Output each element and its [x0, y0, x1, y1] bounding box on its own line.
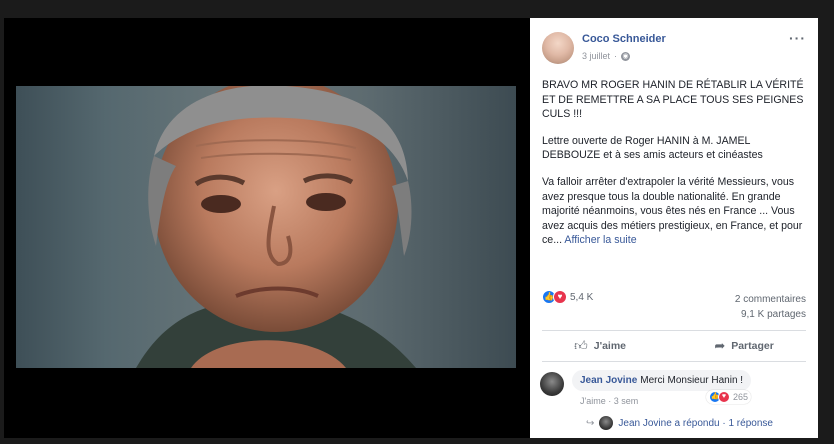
share-button[interactable]: ➦ Partager	[714, 338, 774, 354]
author-avatar[interactable]	[542, 32, 574, 64]
comment-reaction-count: 265	[733, 392, 749, 402]
comment-reactions[interactable]: 👍 ♥ 265	[706, 390, 752, 404]
commenter-avatar[interactable]	[540, 372, 564, 396]
post-meta: 3 juillet · ◉	[582, 51, 631, 61]
like-button[interactable]: 👍︎ J'aime	[574, 338, 626, 354]
comments-count[interactable]: 2 commentaires	[735, 292, 806, 307]
comment-text: Merci Monsieur Hanin !	[640, 375, 744, 386]
comment-time[interactable]: 3 sem	[614, 396, 639, 406]
comment-bubble: Jean Jovine Merci Monsieur Hanin !	[572, 370, 752, 391]
portrait-image	[136, 86, 416, 368]
ellipsis-icon[interactable]: ···	[789, 30, 806, 46]
divider	[542, 361, 806, 362]
post-date[interactable]: 3 juillet	[582, 51, 610, 61]
post-text: BRAVO MR ROGER HANIN DE RÉTABLIR LA VÉRI…	[542, 78, 804, 260]
post-paragraph-3: Va falloir arrêter d'extrapoler la vérit…	[542, 175, 804, 248]
post-paragraph-2: Lettre ouverte de Roger HANIN à M. JAMEL…	[542, 134, 763, 162]
post-paragraph-1: BRAVO MR ROGER HANIN DE RÉTABLIR LA VÉRI…	[542, 79, 804, 121]
reply-arrow-icon: ↪	[586, 417, 595, 429]
comment-author[interactable]: Jean Jovine	[580, 375, 637, 386]
thumbs-up-icon: 👍︎	[574, 338, 588, 353]
view-replies-link[interactable]: ↪ Jean Jovine a répondu · 1 réponse	[586, 416, 773, 430]
globe-icon: ◉	[621, 51, 631, 61]
post-photo[interactable]	[16, 86, 516, 368]
post-panel: Coco Schneider 3 juillet · ◉ ··· BRAVO M…	[530, 18, 818, 438]
see-more-link[interactable]: Afficher la suite	[564, 234, 636, 246]
shares-count[interactable]: 9,1 K partages	[735, 307, 806, 322]
share-button-label: Partager	[731, 340, 774, 352]
like-button-label: J'aime	[593, 340, 627, 352]
comment-meta: J'aime · 3 sem	[580, 396, 639, 406]
love-reaction-icon: ♥	[718, 391, 730, 403]
divider	[542, 330, 806, 331]
post-counts: 2 commentaires 9,1 K partages	[735, 292, 806, 322]
post-author[interactable]: Coco Schneider	[582, 33, 666, 45]
share-arrow-icon: ➦	[714, 338, 726, 353]
love-reaction-icon: ♥	[553, 290, 567, 304]
reaction-count: 5,4 K	[570, 291, 594, 303]
comment-like-link[interactable]: J'aime	[580, 396, 606, 406]
replier-avatar	[599, 416, 614, 430]
post-reactions[interactable]: 👍 ♥ 5,4 K	[542, 290, 593, 304]
reply-text: Jean Jovine a répondu · 1 réponse	[618, 417, 773, 429]
post-actions: 👍︎ J'aime ➦ Partager	[530, 332, 818, 360]
